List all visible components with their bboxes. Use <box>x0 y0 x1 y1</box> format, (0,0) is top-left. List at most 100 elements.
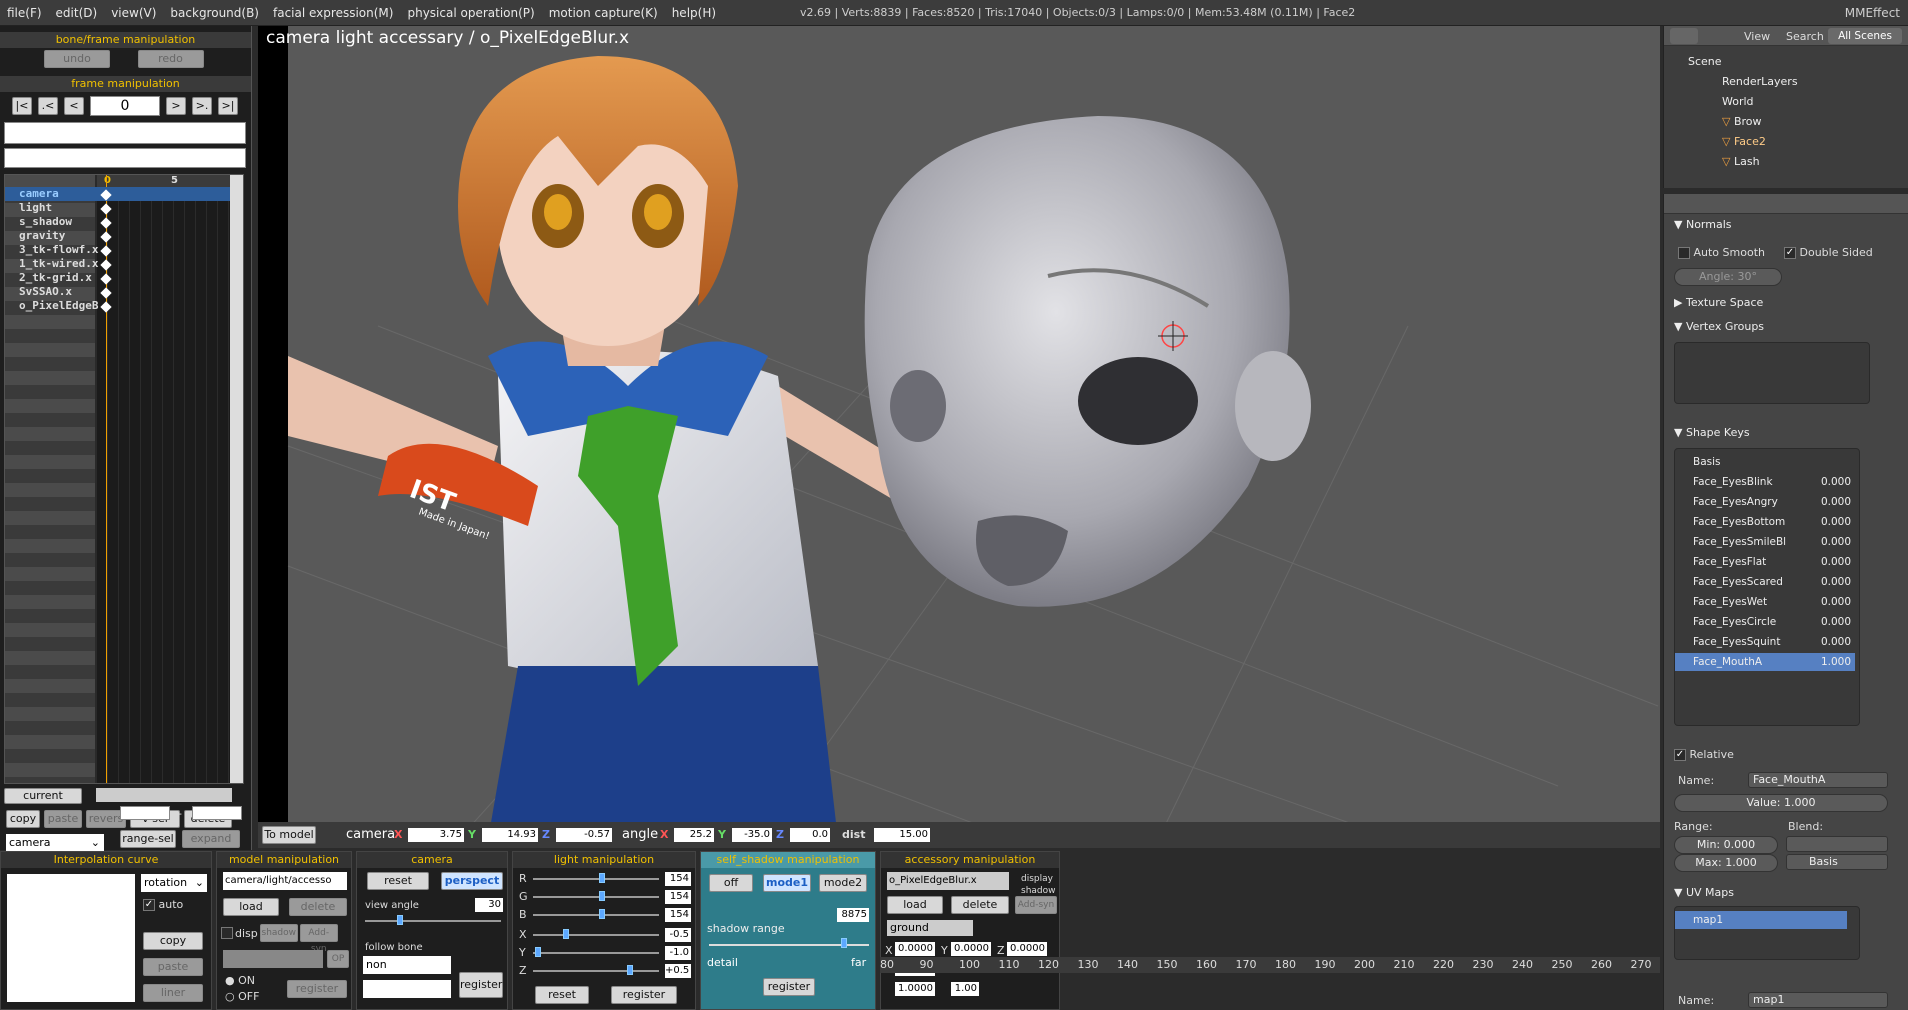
frame-number-input[interactable]: 0 <box>90 96 160 116</box>
acc-z-input[interactable]: 0.0000 <box>1007 942 1047 956</box>
copy-button[interactable]: copy <box>6 810 40 828</box>
model-select-dropdown[interactable]: camera ⌄ <box>6 834 104 852</box>
blend-basis-dropdown[interactable]: Basis <box>1786 854 1888 870</box>
interp-liner-button[interactable]: liner <box>143 984 203 1002</box>
timeline-row-s-shadow[interactable]: s_shadow <box>5 215 231 229</box>
camera-reset-button[interactable]: reset <box>367 872 429 890</box>
light-z-input[interactable]: +0.5 <box>665 964 691 978</box>
add-svn-button[interactable]: Add-svn <box>299 924 338 954</box>
interpolation-curve-editor[interactable] <box>7 874 135 1002</box>
range-sel-button[interactable]: range-sel <box>120 830 176 848</box>
uv-maps-list[interactable]: map1 <box>1674 906 1860 960</box>
outliner-search-menu[interactable]: Search <box>1786 30 1824 43</box>
menu-motion-capture[interactable]: motion capture(K) <box>542 0 665 26</box>
light-y-knob[interactable] <box>535 947 541 957</box>
light-r-knob[interactable] <box>599 873 605 883</box>
light-y-input[interactable]: -1.0 <box>665 946 691 960</box>
shape-key-row[interactable]: Face_EyesBottom 0.000 <box>1675 513 1855 531</box>
camera-register-button[interactable]: register <box>459 972 503 998</box>
menu-file[interactable]: file(F) <box>0 0 49 26</box>
uv-name-input[interactable]: map1 <box>1748 992 1888 1008</box>
menu-help[interactable]: help(H) <box>665 0 723 26</box>
outliner-item-world[interactable]: World <box>1664 94 1908 110</box>
auto-checkbox[interactable]: ✓ auto <box>143 898 183 911</box>
acc-si-input[interactable]: 1.0000 <box>895 982 935 996</box>
outliner-item-brow[interactable]: ▽ Brow <box>1664 114 1908 130</box>
expand-button[interactable]: expand <box>182 830 240 848</box>
shape-key-row[interactable]: Face_EyesBlink 0.000 <box>1675 473 1855 491</box>
timeline-scrollbar[interactable] <box>230 175 243 783</box>
light-z-slider[interactable] <box>533 970 659 972</box>
view-angle-slider[interactable] <box>365 920 501 922</box>
blend-vertex-group-input[interactable] <box>1786 836 1888 852</box>
shape-key-row[interactable]: Basis <box>1675 453 1855 471</box>
perspective-toggle[interactable]: perspect <box>441 872 503 890</box>
next-key-button[interactable]: >. <box>192 97 212 115</box>
light-b-input[interactable]: 154 <box>665 908 691 922</box>
to-model-button[interactable]: To model <box>262 826 316 844</box>
uv-map-row[interactable]: map1 <box>1675 911 1847 929</box>
angle-y-input[interactable]: -35.0 <box>732 828 772 842</box>
timeline-row-light[interactable]: light <box>5 201 231 215</box>
accessory-shadow-checkbox[interactable]: shadow <box>1021 886 1056 896</box>
shadow-range-knob[interactable] <box>841 938 847 948</box>
undo-button[interactable]: undo <box>44 50 110 68</box>
shape-key-row[interactable]: Face_EyesSquint 0.000 <box>1675 633 1855 651</box>
prev-frame-button[interactable]: < <box>64 97 84 115</box>
light-x-slider[interactable] <box>533 934 659 936</box>
relative-checkbox[interactable]: ✓ Relative <box>1674 748 1734 761</box>
acc-x-input[interactable]: 0.0000 <box>895 942 935 956</box>
menu-edit[interactable]: edit(D) <box>49 0 105 26</box>
menu-physical-operation[interactable]: physical operation(P) <box>400 0 541 26</box>
light-r-slider[interactable] <box>533 878 659 880</box>
accessory-delete-button[interactable]: delete <box>951 896 1009 914</box>
angle-field[interactable]: Angle: 30° <box>1674 268 1782 286</box>
shadow-mode1-button[interactable]: mode1 <box>763 874 811 892</box>
outliner-item-lash[interactable]: ▽ Lash <box>1664 154 1908 170</box>
display-checkbox[interactable]: display <box>1021 874 1053 884</box>
editor-type-icon[interactable] <box>1670 28 1698 44</box>
shape-key-row-selected[interactable]: Face_MouthA 1.000 <box>1675 653 1855 671</box>
vertex-groups-list[interactable] <box>1674 342 1870 404</box>
interp-copy-button[interactable]: copy <box>143 932 203 950</box>
cam-z-input[interactable]: -0.57 <box>556 828 612 842</box>
range-start-input[interactable] <box>120 806 170 820</box>
shadow-register-button[interactable]: register <box>763 978 815 996</box>
uv-maps-section[interactable]: ▼ UV Maps <box>1674 886 1734 899</box>
shape-key-row[interactable]: Face_EyesSmileBl 0.000 <box>1675 533 1855 551</box>
shape-key-row[interactable]: Face_EyesFlat 0.000 <box>1675 553 1855 571</box>
acc-y-input[interactable]: 0.0000 <box>951 942 991 956</box>
follow-bone-dropdown[interactable]: non <box>363 956 451 974</box>
light-r-input[interactable]: 154 <box>665 872 691 886</box>
accessory-load-button[interactable]: load <box>887 896 943 914</box>
light-x-input[interactable]: -0.5 <box>665 928 691 942</box>
light-z-knob[interactable] <box>627 965 633 975</box>
redo-button[interactable]: redo <box>137 50 204 68</box>
outliner-item-face2[interactable]: ▽ Face2 <box>1664 134 1908 150</box>
shape-key-row[interactable]: Face_EyesCircle 0.000 <box>1675 613 1855 631</box>
model-load-button[interactable]: load <box>223 898 279 916</box>
light-g-knob[interactable] <box>599 891 605 901</box>
interp-type-dropdown[interactable]: rotation ⌄ <box>141 874 207 892</box>
acc-tr-input[interactable]: 1.00 <box>951 982 979 996</box>
shadow-off-button[interactable]: off <box>709 874 753 892</box>
ground-dropdown[interactable]: ground <box>887 920 973 936</box>
current-button[interactable]: current <box>4 788 82 804</box>
view-angle-input[interactable]: 30 <box>475 898 503 912</box>
shadow-button[interactable]: shadow <box>259 924 298 942</box>
timeline-row-camera[interactable]: camera <box>5 187 231 201</box>
shape-keys-list[interactable]: Basis Face_EyesBlink 0.000 Face_EyesAngry… <box>1674 448 1860 726</box>
shape-name-input[interactable]: Face_MouthA <box>1748 772 1888 788</box>
interp-paste-button[interactable]: paste <box>143 958 203 976</box>
timeline-row-tk-flowf[interactable]: 3_tk-flowf.x <box>5 243 231 257</box>
double-sided-checkbox[interactable]: ✓ Double Sided <box>1784 246 1873 259</box>
op-button[interactable]: OP <box>327 950 349 968</box>
bone-select-dropdown[interactable] <box>223 950 323 968</box>
paste-button[interactable]: paste <box>44 810 82 828</box>
shape-key-row[interactable]: Face_EyesWet 0.000 <box>1675 593 1855 611</box>
auto-smooth-checkbox[interactable]: Auto Smooth <box>1678 246 1765 259</box>
menu-background[interactable]: background(B) <box>163 0 266 26</box>
3d-viewport[interactable]: IST Made in Japan! <box>258 26 1660 840</box>
light-x-knob[interactable] <box>563 929 569 939</box>
shape-value-field[interactable]: Value: 1.000 <box>1674 794 1888 812</box>
